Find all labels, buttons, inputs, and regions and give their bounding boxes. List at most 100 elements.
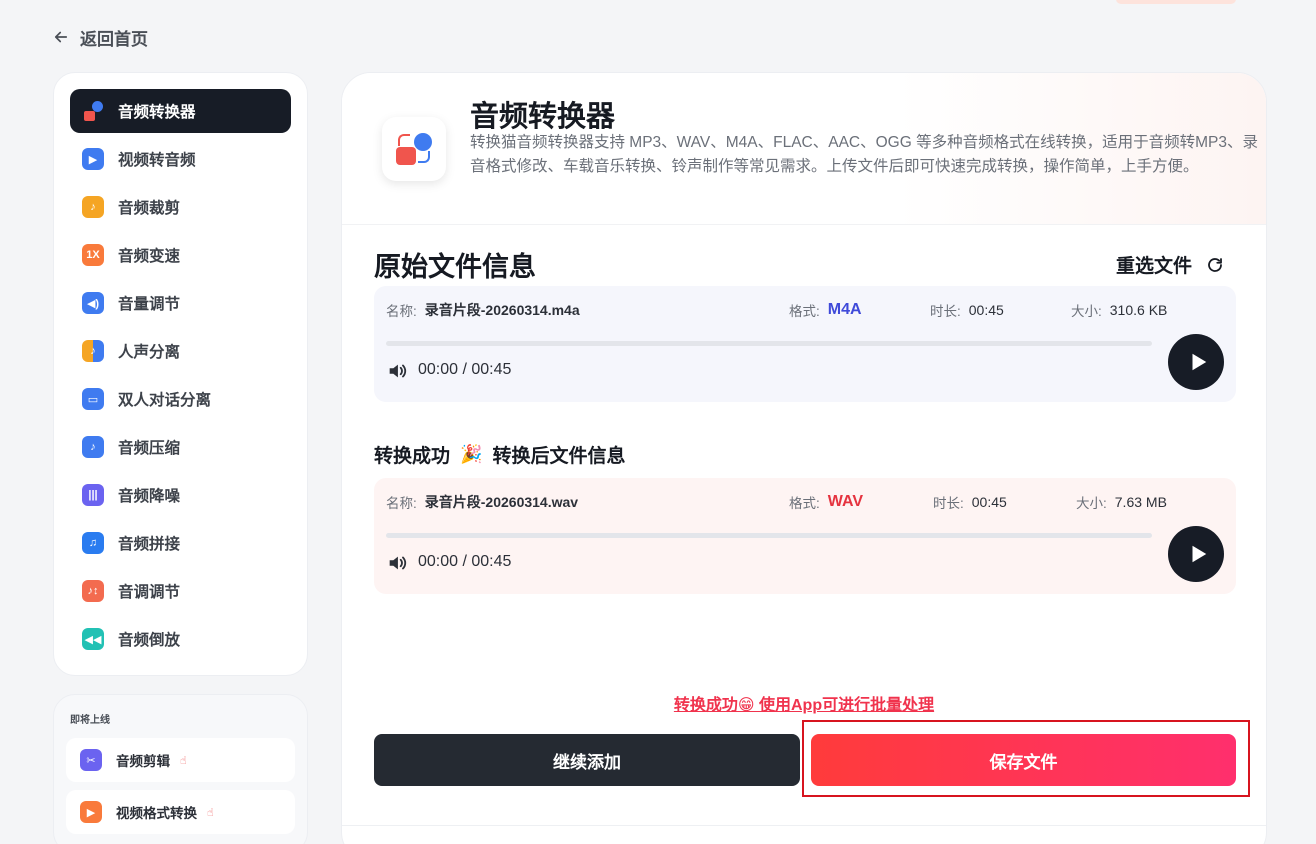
file-size-meta: 大小: 310.6 KB [1071, 300, 1167, 320]
file-duration-meta: 时长: 00:45 [933, 492, 1007, 512]
file-size: 310.6 KB [1109, 302, 1168, 318]
video-format-icon: ▶ [80, 801, 102, 823]
sidebar-item-vocal-separation[interactable]: ♪ 人声分离 [70, 329, 291, 373]
sidebar-item-audio-trim[interactable]: ♪ 音频裁剪 [70, 185, 291, 229]
audio-speed-icon: 1X [82, 244, 104, 266]
vocal-separation-icon: ♪ [82, 340, 104, 362]
name-label: 名称: [386, 304, 417, 319]
volume-icon[interactable] [386, 552, 408, 574]
back-home-link[interactable]: 返回首页 [52, 24, 148, 50]
sidebar-item-pitch-adjust[interactable]: ♪↕ 音调调节 [70, 569, 291, 613]
pitch-adjust-icon: ♪↕ [82, 580, 104, 602]
play-icon [1192, 353, 1206, 371]
file-name: 录音片段-20260314.m4a [424, 302, 580, 318]
arrow-left-icon [54, 31, 68, 43]
back-home-label: 返回首页 [80, 29, 148, 49]
page-title: 音频转换器 [470, 101, 616, 133]
sidebar-item-audio-compress[interactable]: ♪ 音频压缩 [70, 425, 291, 469]
tool-sidebar: 音频转换器 ▶ 视频转音频 ♪ 音频裁剪 1X 音频变速 ◀) 音量调节 ♪ 人… [53, 72, 308, 676]
file-name: 录音片段-20260314.wav [424, 494, 579, 510]
file-size-meta: 大小: 7.63 MB [1076, 492, 1167, 512]
playback-progress-bar[interactable] [386, 533, 1152, 538]
sidebar-item-label: 音频降噪 [118, 488, 181, 505]
sidebar-item-audio-reverse[interactable]: ◀◀ 音频倒放 [70, 617, 291, 661]
sidebar-item-label: 音频拼接 [118, 536, 181, 553]
audio-converter-icon [82, 100, 104, 122]
sidebar-item-volume-adjust[interactable]: ◀) 音量调节 [70, 281, 291, 325]
top-decoration [1116, 0, 1236, 4]
play-icon [1192, 545, 1206, 563]
name-label: 名称: [386, 496, 417, 511]
sidebar-item-label: 音量调节 [118, 296, 181, 313]
playback-timecode: 00:00 / 00:45 [418, 553, 512, 570]
app-batch-promo-link[interactable]: 转换成功😁 使用App可进行批量处理 [342, 691, 1266, 715]
coming-soon-item-video-format[interactable]: ▶ 视频格式转换 ☝ [66, 790, 295, 834]
converted-file-info-label: 转换后文件信息 [492, 446, 626, 467]
coming-soon-item-label: 视频格式转换 [116, 806, 197, 821]
original-file-card: 名称: 录音片段-20260314.m4a 格式: M4A 时长: 00:45 … [374, 286, 1236, 402]
file-size: 7.63 MB [1114, 494, 1167, 510]
sidebar-item-audio-merge[interactable]: ♫ 音频拼接 [70, 521, 291, 565]
sidebar-item-label: 音调调节 [118, 584, 181, 601]
save-file-button[interactable]: 保存文件 [811, 734, 1236, 786]
coming-soon-item-label: 音频剪辑 [116, 754, 170, 769]
continue-adding-button[interactable]: 继续添加 [374, 734, 800, 786]
video-to-audio-icon: ▶ [82, 148, 104, 170]
main-card: 音频转换器 转换猫音频转换器支持 MP3、WAV、M4A、FLAC、AAC、OG… [341, 72, 1267, 844]
audio-converter-app-icon [382, 117, 446, 181]
converted-file-card: 名称: 录音片段-20260314.wav 格式: WAV 时长: 00:45 … [374, 478, 1236, 594]
file-name-meta: 名称: 录音片段-20260314.wav [386, 492, 578, 512]
sidebar-item-audio-converter[interactable]: 音频转换器 [70, 89, 291, 133]
sidebar-item-label: 双人对话分离 [118, 392, 212, 409]
audio-reverse-icon: ◀◀ [82, 628, 104, 650]
audio-merge-icon: ♫ [82, 532, 104, 554]
sidebar-item-video-to-audio[interactable]: ▶ 视频转音频 [70, 137, 291, 181]
size-label: 大小: [1071, 304, 1102, 319]
pointer-hand-icon: ☝ [180, 754, 187, 767]
sidebar-item-label: 人声分离 [118, 344, 181, 361]
sidebar-item-label: 音频压缩 [118, 440, 181, 457]
volume-adjust-icon: ◀) [82, 292, 104, 314]
sidebar-item-noise-reduction[interactable]: ||| 音频降噪 [70, 473, 291, 517]
sidebar-item-label: 音频转换器 [118, 104, 196, 121]
page-description: 转换猫音频转换器支持 MP3、WAV、M4A、FLAC、AAC、OGG 等多种音… [470, 134, 1258, 175]
file-format: M4A [827, 301, 862, 318]
sidebar-item-label: 视频转音频 [118, 152, 196, 169]
playback-progress-bar[interactable] [386, 341, 1152, 346]
pointer-hand-icon: ☝ [207, 806, 214, 819]
coming-soon-item-audio-edit[interactable]: ✂ 音频剪辑 ☝ [66, 738, 295, 782]
party-popper-icon: 🎉 [460, 444, 483, 464]
file-duration: 00:45 [971, 494, 1007, 510]
sidebar-item-label: 音频裁剪 [118, 200, 181, 217]
play-button[interactable] [1168, 526, 1224, 582]
sidebar-item-label: 音频变速 [118, 248, 181, 265]
playback-timecode: 00:00 / 00:45 [418, 361, 512, 378]
reselect-file-button[interactable]: 重选文件 [1116, 251, 1224, 278]
coming-soon-title: 即将上线 [70, 715, 110, 726]
file-duration: 00:45 [968, 302, 1004, 318]
audio-compress-icon: ♪ [82, 436, 104, 458]
noise-reduction-icon: ||| [82, 484, 104, 506]
divider [342, 825, 1266, 826]
dialogue-separation-icon: ▭ [82, 388, 104, 410]
coming-soon-panel: 即将上线 ✂ 音频剪辑 ☝ ▶ 视频格式转换 ☝ [53, 694, 308, 844]
original-file-section-title: 原始文件信息 [374, 252, 536, 282]
audio-trim-icon: ♪ [82, 196, 104, 218]
file-format-meta: 格式: WAV [789, 492, 863, 512]
sidebar-item-dialogue-separation[interactable]: ▭ 双人对话分离 [70, 377, 291, 421]
duration-label: 时长: [930, 304, 961, 319]
file-duration-meta: 时长: 00:45 [930, 300, 1004, 320]
conversion-success-heading: 转换成功 🎉 转换后文件信息 [374, 441, 625, 468]
file-format-meta: 格式: M4A [789, 300, 862, 320]
scissors-icon: ✂ [80, 749, 102, 771]
tool-header: 音频转换器 转换猫音频转换器支持 MP3、WAV、M4A、FLAC、AAC、OG… [342, 73, 1266, 225]
sidebar-item-audio-speed[interactable]: 1X 音频变速 [70, 233, 291, 277]
volume-icon[interactable] [386, 360, 408, 382]
format-label: 格式: [789, 496, 820, 511]
reselect-label: 重选文件 [1115, 256, 1192, 277]
play-button[interactable] [1168, 334, 1224, 390]
refresh-icon [1208, 257, 1222, 272]
duration-label: 时长: [933, 496, 964, 511]
sidebar-item-label: 音频倒放 [118, 632, 181, 649]
success-label: 转换成功 [374, 446, 451, 467]
